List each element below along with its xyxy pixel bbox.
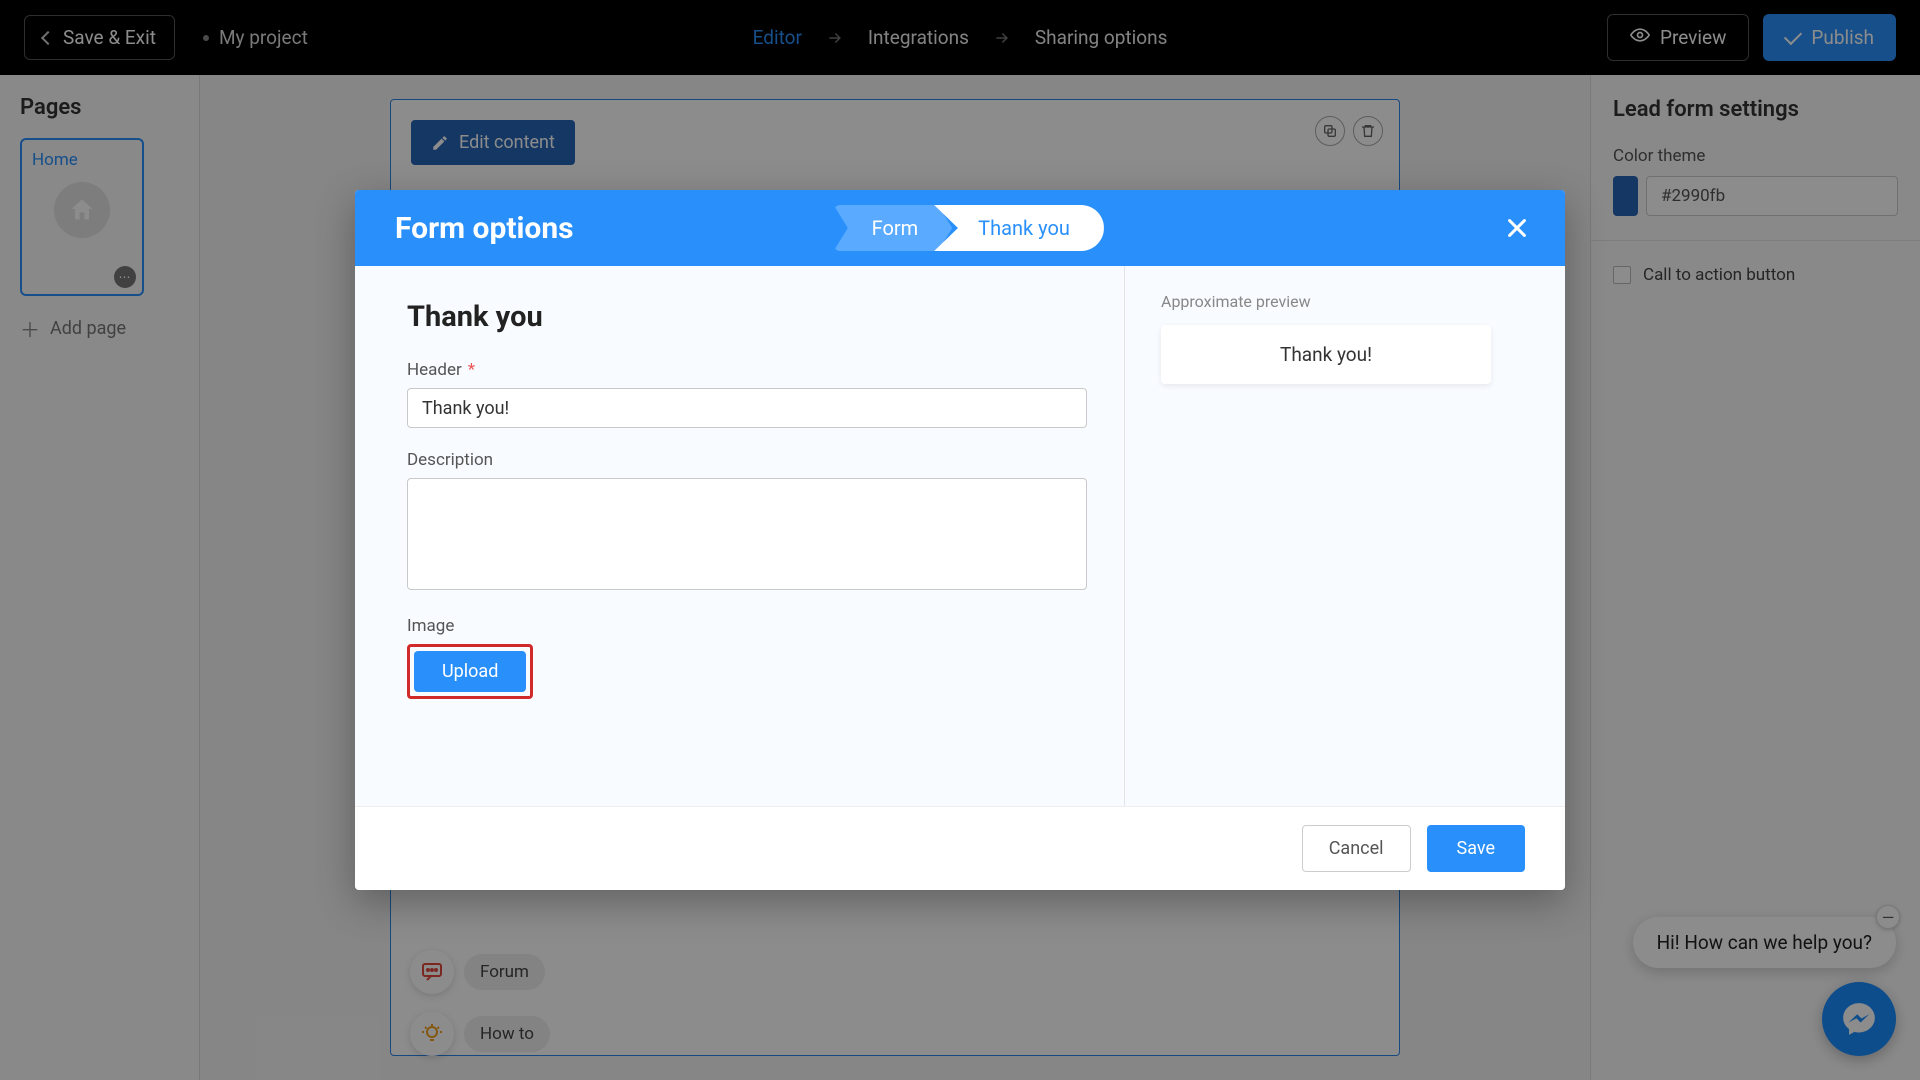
close-icon[interactable] bbox=[1499, 210, 1535, 246]
cancel-button[interactable]: Cancel bbox=[1302, 825, 1411, 872]
upload-highlight-box: Upload bbox=[407, 644, 533, 699]
modal-preview-column: Approximate preview Thank you! bbox=[1125, 266, 1565, 806]
modal-form-column: Thank you Header* Description Image Uplo… bbox=[355, 266, 1125, 806]
modal-title: Form options bbox=[395, 211, 574, 246]
modal-step-form[interactable]: Form bbox=[834, 205, 953, 251]
section-title: Thank you bbox=[407, 300, 1072, 334]
preview-card-text: Thank you! bbox=[1280, 343, 1372, 366]
modal-step-thank-you[interactable]: Thank you bbox=[934, 205, 1104, 251]
description-label: Description bbox=[407, 450, 1072, 470]
header-input[interactable] bbox=[407, 388, 1087, 428]
preview-card: Thank you! bbox=[1161, 325, 1491, 384]
preview-label: Approximate preview bbox=[1161, 292, 1529, 311]
header-label: Header* bbox=[407, 360, 1072, 380]
modal-body: Thank you Header* Description Image Uplo… bbox=[355, 266, 1565, 806]
modal-footer: Cancel Save bbox=[355, 806, 1565, 890]
modal-header: Form options Form Thank you bbox=[355, 190, 1565, 266]
modal-overlay[interactable]: Form options Form Thank you Thank you He… bbox=[0, 0, 1920, 1080]
image-label: Image bbox=[407, 616, 1072, 636]
upload-button[interactable]: Upload bbox=[414, 651, 526, 692]
save-button[interactable]: Save bbox=[1427, 825, 1526, 872]
form-options-modal: Form options Form Thank you Thank you He… bbox=[355, 190, 1565, 890]
description-input[interactable] bbox=[407, 478, 1087, 590]
